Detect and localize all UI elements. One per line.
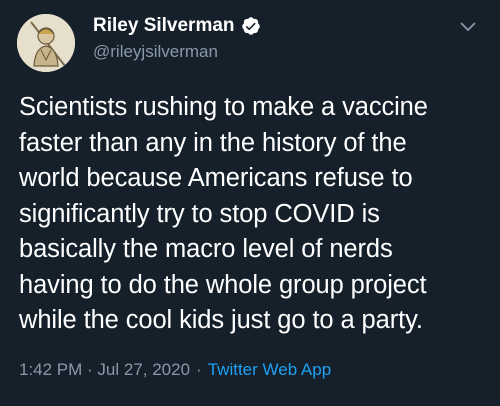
avatar[interactable] xyxy=(17,14,75,72)
tweet-timestamp[interactable]: 1:42 PM · Jul 27, 2020 xyxy=(19,360,190,379)
author-handle[interactable]: @rileyjsilverman xyxy=(93,42,218,62)
tweet-meta: 1:42 PM · Jul 27, 2020 · Twitter Web App xyxy=(19,360,331,380)
chevron-down-icon[interactable] xyxy=(460,22,476,32)
tweet-text: Scientists rushing to make a vaccine fas… xyxy=(19,93,428,334)
author-name[interactable]: Riley Silverman xyxy=(93,15,235,37)
tweet-card: Riley Silverman @rileyjsilverman Scienti… xyxy=(0,0,500,406)
verified-badge-icon xyxy=(241,16,261,36)
author-row: Riley Silverman xyxy=(93,15,261,37)
meta-separator: · xyxy=(196,360,202,379)
avatar-illustration-icon xyxy=(17,14,75,72)
tweet-source-link[interactable]: Twitter Web App xyxy=(208,360,331,379)
